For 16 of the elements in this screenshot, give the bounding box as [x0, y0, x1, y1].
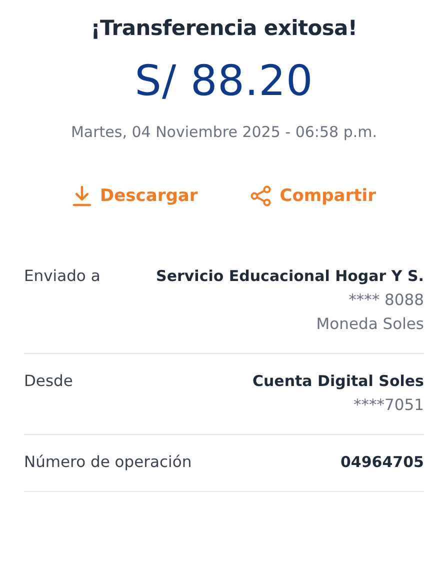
success-title: ¡Transferencia exitosa!: [90, 16, 358, 40]
detail-value: **** 8088: [348, 291, 424, 309]
detail-value: Servicio Educacional Hogar Y S.: [156, 267, 424, 285]
share-button[interactable]: Compartir: [250, 185, 376, 207]
amount: S/ 88.20: [134, 56, 314, 105]
detail-value: Cuenta Digital Soles: [252, 372, 424, 390]
detail-label: Número de operación: [24, 453, 192, 471]
download-button[interactable]: Descargar: [72, 185, 198, 207]
detail-value: Moneda Soles: [316, 315, 424, 333]
detail-value: 04964705: [340, 453, 424, 471]
detail-value: ****7051: [354, 396, 424, 414]
detail-label: Enviado a: [24, 267, 100, 285]
download-icon: [72, 185, 92, 207]
transaction-date: Martes, 04 Noviembre 2025 - 06:58 p.m.: [70, 123, 378, 141]
share-icon: [250, 185, 272, 207]
detail-label: Desde: [24, 372, 73, 390]
